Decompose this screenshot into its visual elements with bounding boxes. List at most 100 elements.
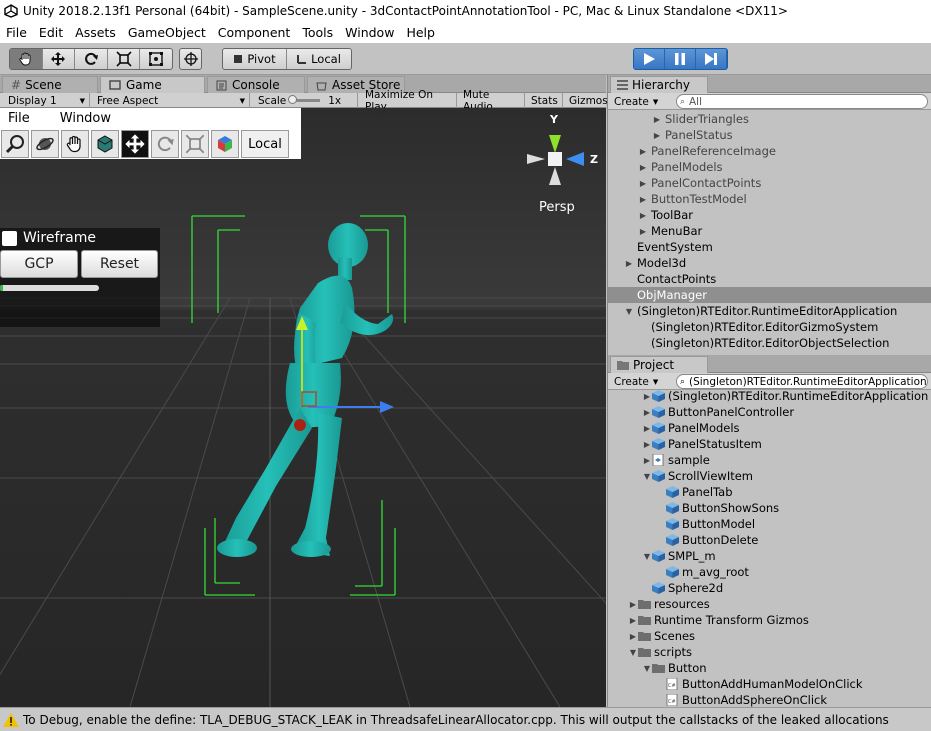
project-item[interactable]: ButtonDelete — [608, 532, 931, 548]
scale-slider-thumb[interactable] — [288, 95, 298, 104]
persp-label[interactable]: Persp — [539, 200, 575, 215]
expand-arrow-right-icon[interactable]: ▶ — [628, 600, 638, 609]
pivot-toggle[interactable]: Pivot — [223, 49, 287, 69]
expand-arrow-right-icon[interactable]: ▶ — [642, 392, 652, 401]
scale-tool-button[interactable] — [181, 130, 209, 158]
project-item[interactable]: C# ButtonAddHumanModelOnClick — [608, 676, 931, 692]
pan-tool-button[interactable] — [61, 130, 89, 158]
project-item[interactable]: C# ButtonAddSphereOnClick — [608, 692, 931, 707]
scale-control[interactable]: Scale 1x — [254, 93, 358, 108]
menu-help[interactable]: Help — [400, 25, 441, 40]
expand-arrow-right-icon[interactable]: ▶ — [628, 632, 638, 641]
hierarchy-item[interactable]: ▼ (Singleton)RTEditor.RuntimeEditorApplic… — [608, 303, 931, 319]
project-item[interactable]: ButtonModel — [608, 516, 931, 532]
tab-project[interactable]: Project — [610, 356, 708, 373]
rect-tool-button[interactable] — [140, 49, 172, 69]
project-item[interactable]: ▶ PanelModels — [608, 420, 931, 436]
expand-arrow-right-icon[interactable]: ▶ — [652, 115, 662, 124]
mute-audio-toggle[interactable]: Mute Audio — [459, 89, 525, 113]
move-tool-button[interactable] — [121, 130, 149, 158]
game-view[interactable]: Y Z Persp File Window Local Wireframe GC… — [0, 108, 606, 707]
progress-slider[interactable] — [0, 285, 99, 291]
hand-tool-button[interactable] — [10, 49, 43, 69]
project-item[interactable]: ▶ Runtime Transform Gizmos — [608, 612, 931, 628]
hierarchy-item[interactable]: ContactPoints — [608, 271, 931, 287]
hierarchy-item[interactable]: EventSystem — [608, 239, 931, 255]
expand-arrow-down-icon[interactable]: ▼ — [642, 552, 652, 561]
gcp-button[interactable]: GCP — [0, 250, 78, 278]
hierarchy-item[interactable]: (Singleton)RTEditor.EditorObjectSelectio… — [608, 335, 931, 351]
project-item[interactable]: ▼ SMPL_m — [608, 548, 931, 564]
scale-slider[interactable] — [288, 95, 321, 104]
expand-arrow-right-icon[interactable]: ▶ — [638, 211, 648, 220]
expand-arrow-right-icon[interactable]: ▶ — [642, 456, 652, 465]
tab-console[interactable]: Console — [207, 76, 305, 93]
app-menu-file[interactable]: File — [0, 111, 38, 126]
project-item[interactable]: ▶ (Singleton)RTEditor.RuntimeEditorApplic… — [608, 388, 931, 404]
pause-button[interactable] — [665, 49, 696, 69]
expand-arrow-right-icon[interactable]: ▶ — [638, 163, 648, 172]
menu-assets[interactable]: Assets — [69, 25, 122, 40]
hierarchy-item[interactable]: ▶ SliderTriangles — [608, 111, 931, 127]
status-bar[interactable]: To Debug, enable the define: TLA_DEBUG_S… — [0, 707, 931, 731]
scale-tool-button[interactable] — [108, 49, 141, 69]
hierarchy-item[interactable]: ▶ PanelStatus — [608, 127, 931, 143]
move-tool-button[interactable] — [43, 49, 76, 69]
hierarchy-item[interactable]: (Singleton)RTEditor.EditorGizmoSystem — [608, 319, 931, 335]
rotate-tool-button[interactable] — [151, 130, 179, 158]
menu-gameobject[interactable]: GameObject — [122, 25, 212, 40]
project-item[interactable]: ▶ Scenes — [608, 628, 931, 644]
expand-arrow-right-icon[interactable]: ▶ — [652, 131, 662, 140]
expand-arrow-down-icon[interactable]: ▼ — [628, 648, 638, 657]
expand-arrow-right-icon[interactable]: ▶ — [638, 227, 648, 236]
hierarchy-item[interactable]: ▶ PanelReferenceImage — [608, 143, 931, 159]
tab-scene[interactable]: # Scene — [2, 76, 98, 93]
hierarchy-create-dropdown[interactable]: Create ▼ — [614, 94, 658, 109]
aspect-dropdown[interactable]: Free Aspect ▼ — [93, 93, 250, 108]
project-create-dropdown[interactable]: Create ▼ — [614, 374, 658, 389]
expand-arrow-right-icon[interactable]: ▶ — [638, 147, 648, 156]
expand-arrow-down-icon[interactable]: ▼ — [642, 664, 652, 673]
hierarchy-item[interactable]: ▶ PanelModels — [608, 159, 931, 175]
hierarchy-item[interactable]: ObjManager — [608, 287, 931, 303]
project-item[interactable]: ▼ ScrollViewItem — [608, 468, 931, 484]
rotate-tool-button[interactable] — [75, 49, 108, 69]
expand-arrow-right-icon[interactable]: ▶ — [638, 179, 648, 188]
project-item[interactable]: ▶ sample — [608, 452, 931, 468]
maximize-on-play-toggle[interactable]: Maximize On Play — [361, 89, 457, 113]
select-object-button[interactable] — [91, 130, 119, 158]
hierarchy-search-input[interactable]: ⌕ All — [676, 94, 928, 109]
expand-arrow-right-icon[interactable]: ▶ — [628, 616, 638, 625]
expand-arrow-right-icon[interactable]: ▶ — [642, 424, 652, 433]
menu-window[interactable]: Window — [339, 25, 400, 40]
reset-button[interactable]: Reset — [81, 250, 158, 278]
expand-arrow-right-icon[interactable]: ▶ — [642, 408, 652, 417]
expand-arrow-right-icon[interactable]: ▶ — [642, 440, 652, 449]
orbit-tool-button[interactable] — [31, 130, 59, 158]
display-dropdown[interactable]: Display 1 ▼ — [4, 93, 90, 108]
hierarchy-item[interactable]: ▶ ToolBar — [608, 207, 931, 223]
gizmos-dropdown[interactable]: Gizmos — [565, 93, 608, 108]
project-item[interactable]: ▼ scripts — [608, 644, 931, 660]
play-button[interactable] — [634, 49, 665, 69]
expand-arrow-down-icon[interactable]: ▼ — [624, 307, 634, 316]
expand-arrow-right-icon[interactable]: ▶ — [624, 259, 634, 268]
tab-hierarchy[interactable]: Hierarchy — [610, 76, 708, 93]
app-local-button[interactable]: Local — [241, 130, 289, 158]
menu-file[interactable]: File — [0, 25, 33, 40]
menu-edit[interactable]: Edit — [33, 25, 69, 40]
expand-arrow-down-icon[interactable]: ▼ — [642, 472, 652, 481]
object-view-button[interactable] — [211, 130, 239, 158]
stats-toggle[interactable]: Stats — [527, 93, 563, 108]
hierarchy-item[interactable]: ▶ Model3d — [608, 255, 931, 271]
project-item[interactable]: m_avg_root — [608, 564, 931, 580]
project-item[interactable]: ▼ Button — [608, 660, 931, 676]
zoom-tool-button[interactable] — [1, 130, 29, 158]
expand-arrow-right-icon[interactable]: ▶ — [638, 195, 648, 204]
project-item[interactable]: ▶ resources — [608, 596, 931, 612]
menu-tools[interactable]: Tools — [296, 25, 339, 40]
project-item[interactable]: Sphere2d — [608, 580, 931, 596]
tab-game[interactable]: Game — [100, 76, 205, 93]
project-item[interactable]: ButtonShowSons — [608, 500, 931, 516]
project-search-input[interactable]: ⌕ (Singleton)RTEditor.RuntimeEditorApplic… — [676, 374, 928, 389]
